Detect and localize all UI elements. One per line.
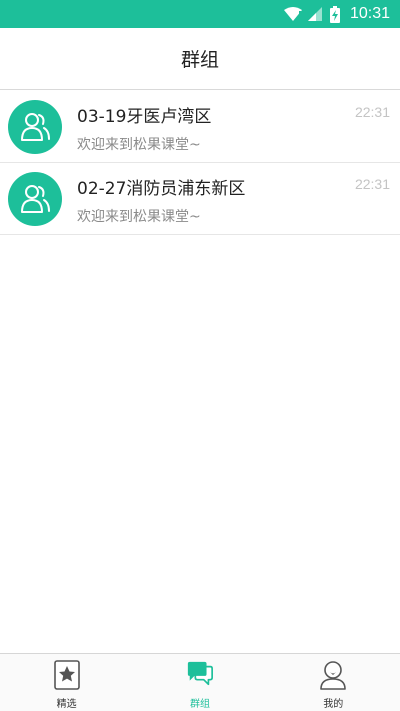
- group-people-icon: [21, 185, 50, 213]
- group-people-icon: [21, 113, 50, 141]
- group-row[interactable]: 02-27消防员浦东新区 欢迎来到松果课堂~ 22:31: [0, 163, 400, 235]
- bottom-tab-bar: 精选 群组 我的: [0, 653, 400, 711]
- group-avatar: [8, 172, 62, 226]
- status-time: 10:31: [349, 5, 390, 22]
- tab-label: 精选: [56, 699, 77, 710]
- tab-featured[interactable]: 精选: [0, 654, 133, 711]
- profile-icon: [320, 661, 347, 690]
- group-list: 03-19牙医卢湾区 欢迎来到松果课堂~ 22:31 02-27消防员浦东新区 …: [0, 91, 400, 235]
- header: 群组: [0, 28, 400, 90]
- signal-icon: [307, 7, 322, 21]
- status-bar: 10:31: [0, 0, 400, 28]
- tab-label: 群组: [189, 699, 210, 710]
- group-avatar: [8, 100, 62, 154]
- group-last-message: 欢迎来到松果课堂~: [77, 137, 201, 153]
- group-time: 22:31: [354, 176, 390, 192]
- tab-groups[interactable]: 群组: [133, 654, 266, 711]
- group-name: 03-19牙医卢湾区: [77, 107, 212, 127]
- star-icon: [53, 660, 80, 690]
- tab-mine[interactable]: 我的: [267, 654, 400, 711]
- tab-label: 我的: [323, 699, 344, 710]
- group-time: 22:31: [354, 104, 390, 120]
- battery-charging-icon: [329, 5, 340, 23]
- page-title: 群组: [180, 49, 219, 71]
- group-name: 02-27消防员浦东新区: [77, 179, 246, 199]
- group-row[interactable]: 03-19牙医卢湾区 欢迎来到松果课堂~ 22:31: [0, 91, 400, 163]
- group-last-message: 欢迎来到松果课堂~: [77, 209, 201, 225]
- chat-bubbles-icon: [187, 661, 213, 686]
- wifi-icon: [283, 7, 302, 21]
